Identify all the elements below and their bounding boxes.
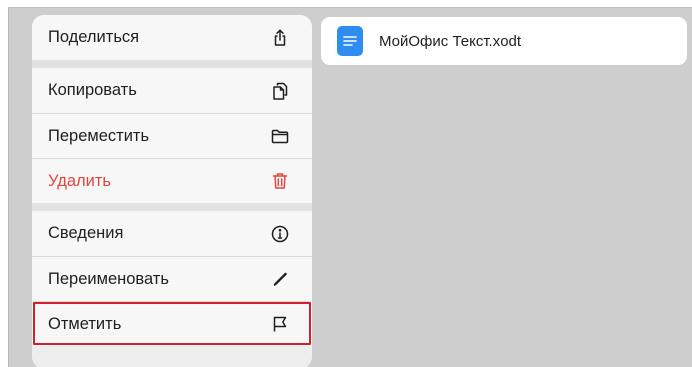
trash-icon: [270, 171, 290, 191]
menu-item-label: Удалить: [48, 171, 111, 190]
menu-item-label: Переименовать: [48, 269, 169, 288]
menu-item-label: Переместить: [48, 126, 150, 145]
menu-item-copy[interactable]: Копировать: [32, 68, 312, 113]
menu-item-delete[interactable]: Удалить: [32, 158, 312, 203]
share-icon: [270, 28, 290, 48]
file-name: МойОфис Текст.xodt: [379, 32, 522, 50]
flag-icon: [270, 314, 290, 334]
menu-separator: [32, 60, 312, 68]
menu-group-file-actions: Копировать Переместить Удалить: [32, 68, 312, 203]
menu-item-move[interactable]: Переместить: [32, 113, 312, 158]
copy-icon: [270, 81, 290, 101]
info-icon: [270, 224, 290, 244]
menu-item-info[interactable]: Сведения: [32, 211, 312, 256]
menu-item-flag[interactable]: Отметить: [32, 301, 312, 346]
document-icon: [337, 26, 363, 56]
menu-group-details: Сведения Переименовать Отметить: [32, 211, 312, 346]
menu-separator: [32, 203, 312, 211]
file-card[interactable]: МойОфис Текст.xodt: [321, 17, 687, 65]
file-browser-backdrop: Поделиться Копировать Переместить Удалит…: [8, 7, 692, 367]
pencil-icon: [270, 269, 290, 289]
menu-group-share: Поделиться: [32, 15, 312, 60]
menu-item-label: Поделиться: [48, 28, 140, 46]
menu-item-label: Сведения: [48, 224, 124, 242]
menu-item-rename[interactable]: Переименовать: [32, 256, 312, 301]
menu-item-label: Отметить: [48, 314, 122, 333]
context-menu: Поделиться Копировать Переместить Удалит…: [32, 15, 312, 367]
menu-item-share[interactable]: Поделиться: [32, 15, 312, 60]
menu-item-label: Копировать: [48, 81, 137, 99]
folder-icon: [270, 126, 290, 146]
